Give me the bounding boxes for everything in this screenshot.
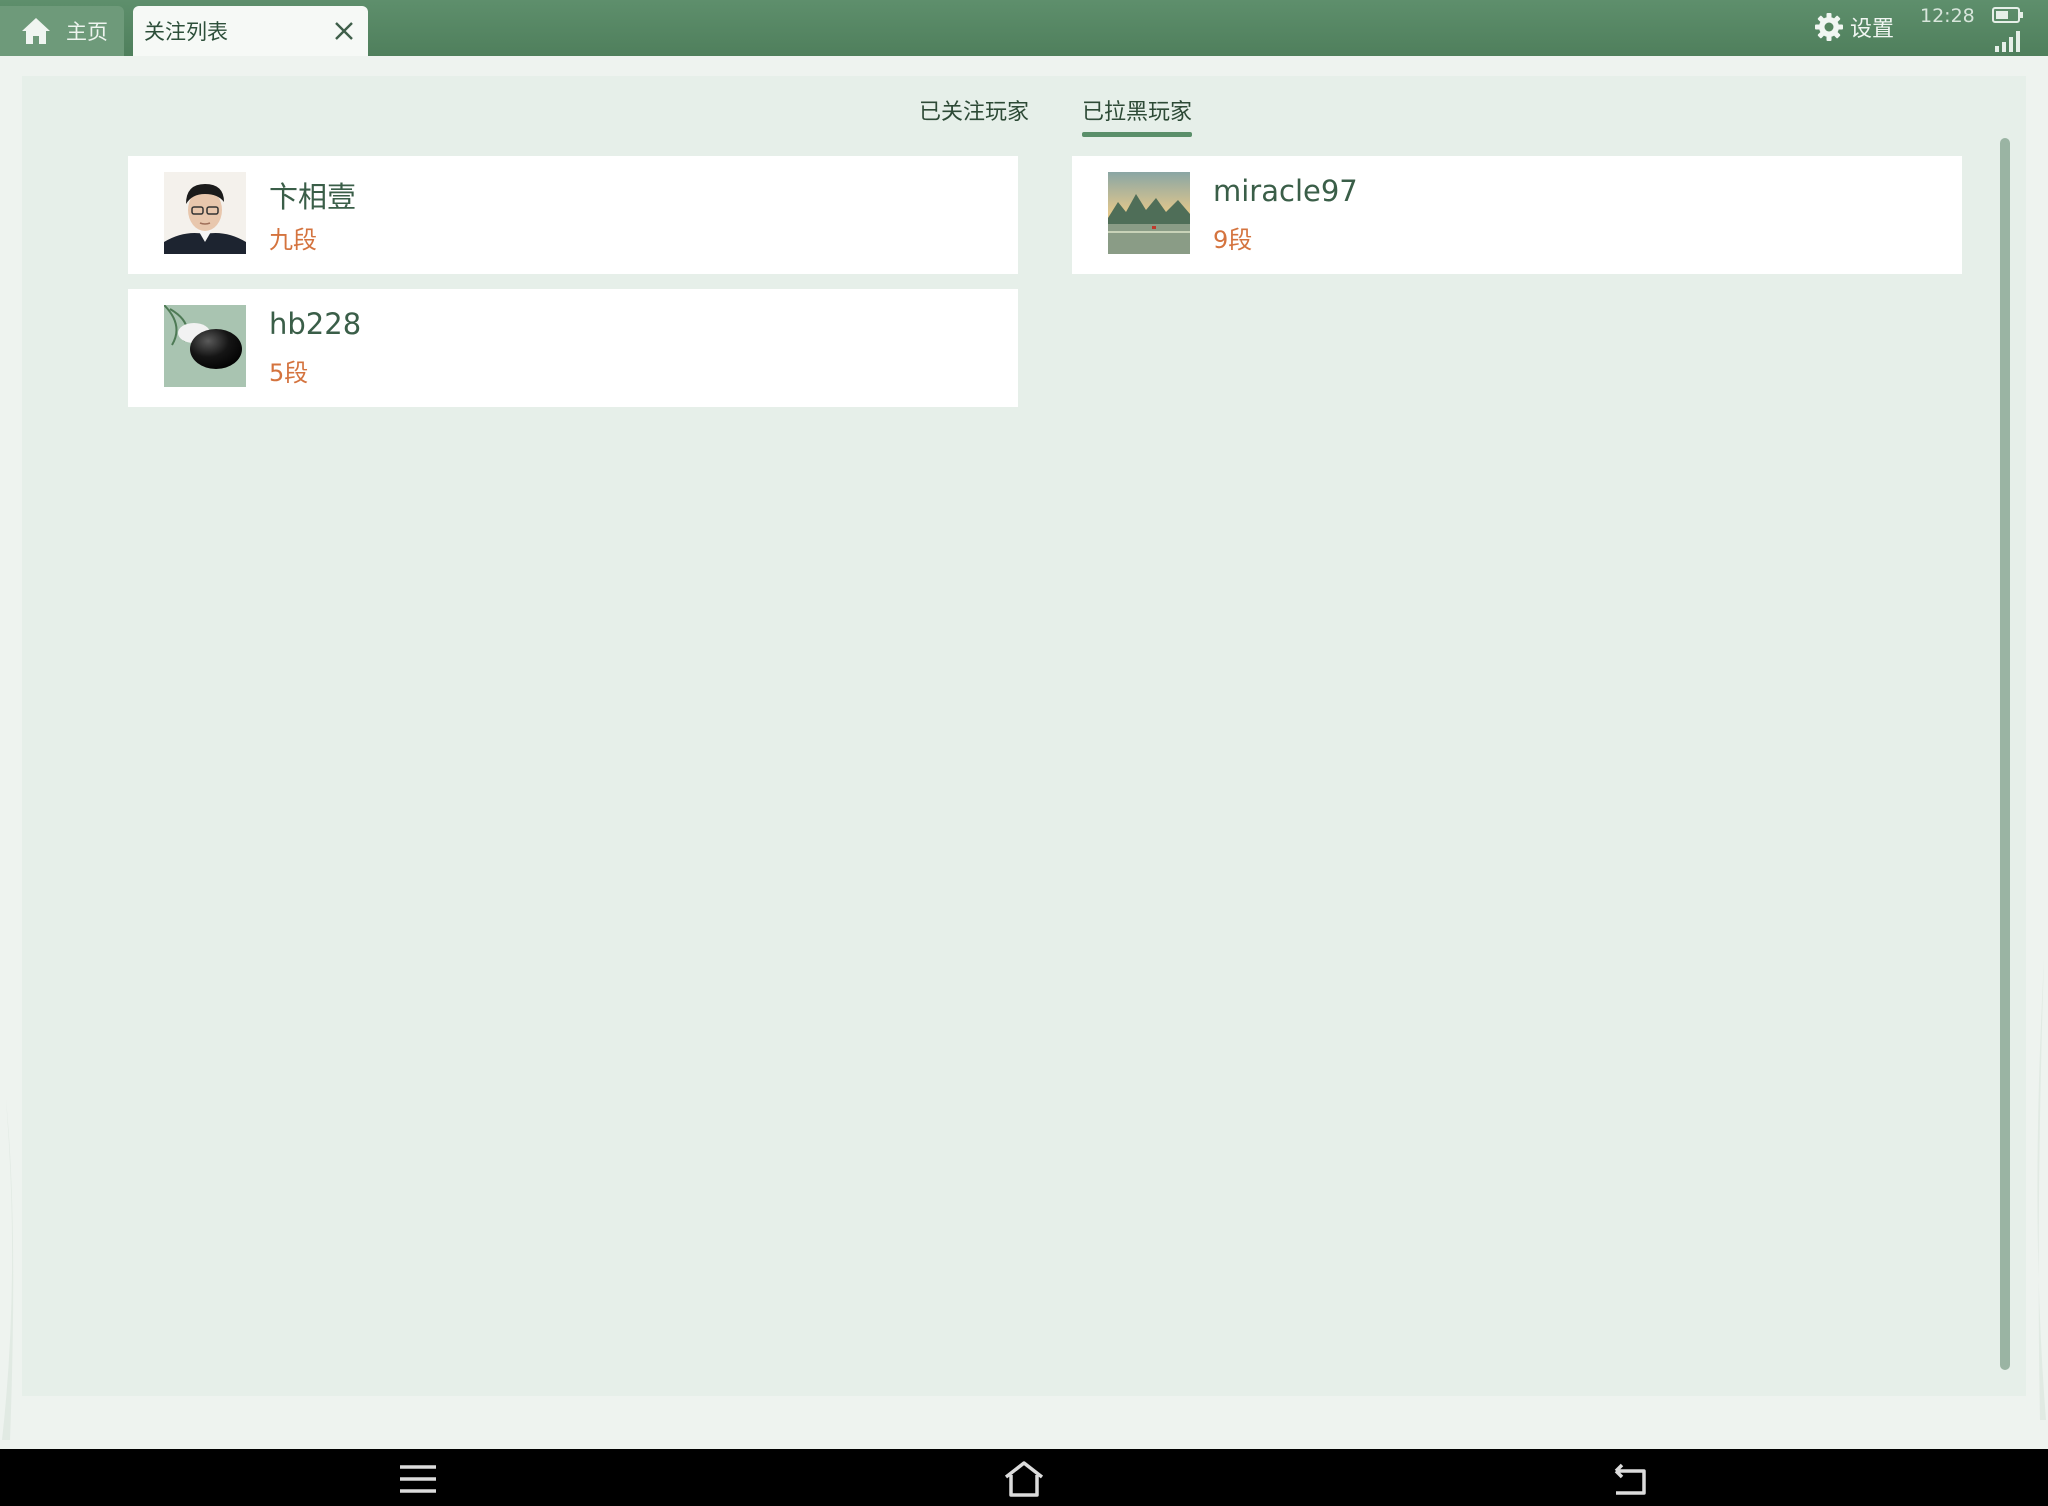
- settings-label: 设置: [1850, 17, 1895, 42]
- tab-home[interactable]: 主页: [0, 6, 124, 56]
- segment-tabs: 已关注玩家 已拉黑玩家: [22, 94, 2026, 138]
- player-card[interactable]: 卞相壹 九段: [128, 156, 1018, 274]
- battery-icon: [1992, 7, 2023, 23]
- home-icon: [22, 18, 50, 44]
- player-name: 卞相壹: [269, 180, 357, 214]
- tab-blocked-players-label: 已拉黑玩家: [1082, 100, 1193, 125]
- active-tab-indicator: [1082, 132, 1193, 137]
- home-outline-icon[interactable]: [1002, 1457, 1046, 1501]
- close-icon[interactable]: [332, 19, 356, 43]
- scrollbar[interactable]: [2000, 138, 2010, 1370]
- player-card[interactable]: miracle97 9段: [1072, 156, 1962, 274]
- player-name: hb228: [269, 307, 362, 341]
- follow-list-panel: 已关注玩家 已拉黑玩家 卞相壹 九段 miracle97 9段 hb228 5段: [22, 76, 2026, 1396]
- leaf-decoration: [2, 1100, 14, 1440]
- player-name: miracle97: [1213, 174, 1358, 208]
- player-avatar: [1108, 172, 1190, 254]
- tab-follow-list-label: 关注列表: [144, 20, 228, 44]
- player-avatar: [164, 172, 246, 254]
- player-rank: 5段: [269, 359, 309, 387]
- player-rank: 九段: [269, 226, 317, 254]
- player-rank: 9段: [1213, 226, 1253, 254]
- back-icon[interactable]: [1608, 1457, 1652, 1501]
- tab-blocked-players[interactable]: 已拉黑玩家: [1082, 94, 1193, 138]
- player-card[interactable]: hb228 5段: [128, 289, 1018, 407]
- system-navigation-bar: [0, 1449, 2048, 1506]
- signal-icon: [1995, 31, 2020, 52]
- clock: 12:28: [1920, 5, 1975, 27]
- tab-follow-list[interactable]: 关注列表: [133, 6, 368, 56]
- menu-icon[interactable]: [396, 1457, 440, 1501]
- gear-icon: [1815, 13, 1843, 41]
- top-bar: 主页 关注列表 设置 12:28: [0, 0, 2048, 56]
- tab-followed-players-label: 已关注玩家: [919, 100, 1030, 125]
- tab-home-label: 主页: [66, 20, 108, 44]
- settings-button[interactable]: 设置: [1814, 9, 1894, 45]
- tab-followed-players[interactable]: 已关注玩家: [919, 94, 1029, 138]
- leaf-decoration: [2037, 960, 2046, 1420]
- player-avatar: [164, 305, 246, 387]
